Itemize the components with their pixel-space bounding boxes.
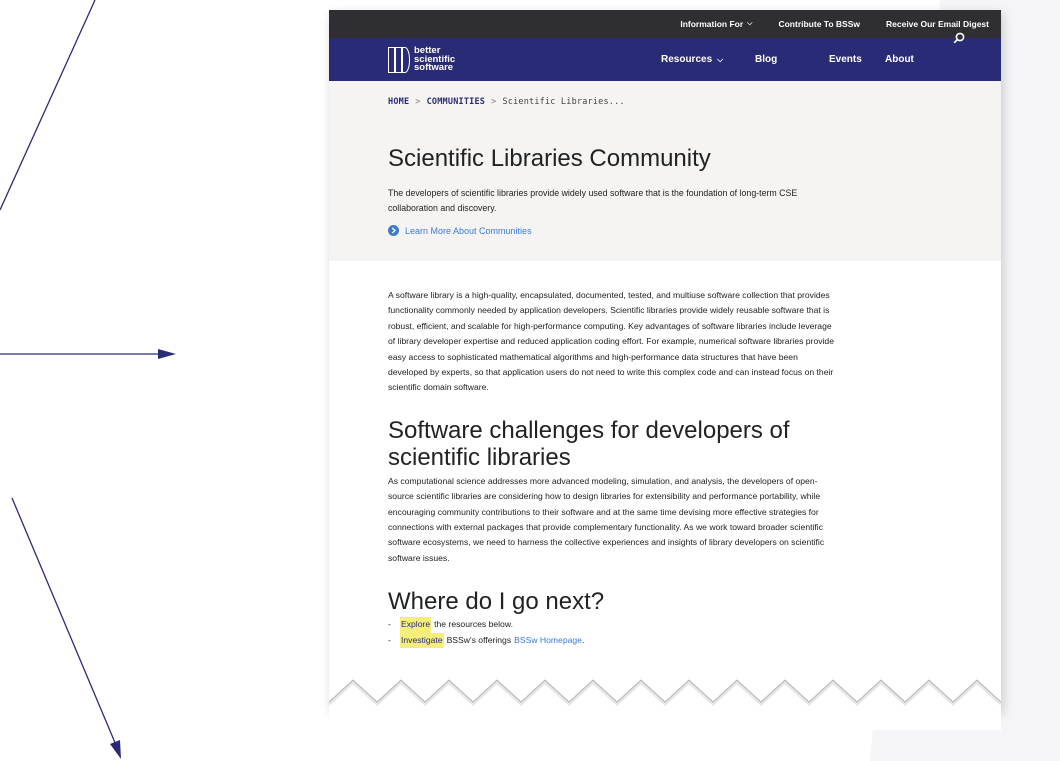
nav-resources[interactable]: Resources ⌵ (661, 54, 723, 65)
list-dash: - (388, 634, 391, 645)
list-item-end: . (581, 634, 585, 645)
nav-blog[interactable]: Blog (755, 54, 777, 65)
arrow-head-middle (158, 349, 176, 359)
torn-edge-decoration (329, 679, 1001, 730)
list-item: - Investigate BSSw's offerings BSSw Home… (388, 632, 838, 649)
search-icon[interactable] (953, 32, 965, 44)
breadcrumb-separator-icon: > (491, 97, 497, 107)
list-item: - Explore the resources below. (388, 617, 838, 633)
contribute-label[interactable]: Contribute To BSSw (778, 19, 860, 29)
breadcrumb-separator-icon: > (415, 97, 421, 107)
torn-edge-soft-shadow (329, 679, 1001, 707)
arrow-line-top (0, 0, 96, 211)
page-title: Scientific Libraries Community (388, 145, 711, 172)
challenges-paragraph: As computational science addresses more … (388, 475, 825, 563)
investigate-link[interactable]: Investigate (400, 632, 444, 649)
hero-section: HOME > COMMUNITIES > Scientific Librarie… (329, 81, 1001, 261)
information-for-menu[interactable]: Information For ⌵ (680, 19, 752, 29)
hero-description: The developers of scientific libraries p… (388, 188, 798, 213)
learn-more-link[interactable]: Learn More About Communities (388, 225, 532, 236)
information-for-label[interactable]: Information For (680, 19, 743, 29)
list-item-text: the resources below. (434, 619, 513, 630)
list-item-text: BSSw's offerings (446, 634, 512, 645)
nav-resources-label[interactable]: Resources (661, 54, 712, 65)
explore-link[interactable]: Explore (400, 617, 432, 633)
contribute-link[interactable]: Contribute To BSSw (778, 19, 860, 29)
nav-events[interactable]: Events (829, 54, 862, 65)
email-digest-link[interactable]: Receive Our Email Digest (886, 19, 989, 29)
next-heading: Where do I go next? (388, 588, 605, 616)
logo-line-3: software (414, 62, 454, 74)
nav-about[interactable]: About (885, 54, 914, 65)
arrow-head-bottom (110, 740, 121, 759)
next-steps-list: - Explore the resources below. - Investi… (388, 617, 838, 649)
main-content: A software library is a high-quality, en… (388, 288, 838, 649)
list-dash: - (388, 619, 391, 630)
bssw-homepage-link[interactable]: BSSw Homepage (514, 633, 582, 648)
chevron-down-icon: ⌵ (747, 20, 753, 27)
chevron-down-icon: ⌵ (717, 54, 724, 64)
arrow-line-bottom (11, 497, 117, 746)
breadcrumb-home[interactable]: HOME (388, 97, 409, 107)
intro-paragraph: A software library is a high-quality, en… (388, 290, 834, 393)
challenges-heading: Software challenges for developers of sc… (388, 416, 790, 471)
logo-text: better scientific software (414, 46, 455, 74)
breadcrumb-communities[interactable]: COMMUNITIES (427, 97, 486, 107)
top-utility-bar: Information For ⌵ Contribute To BSSw Rec… (329, 10, 1001, 38)
webpage-screenshot: Information For ⌵ Contribute To BSSw Rec… (329, 10, 1001, 710)
main-navigation: better scientific software Resources ⌵ B… (329, 32, 1001, 81)
email-digest-label[interactable]: Receive Our Email Digest (886, 19, 989, 29)
site-logo[interactable]: better scientific software (388, 46, 455, 74)
learn-more-label[interactable]: Learn More About Communities (405, 226, 532, 236)
breadcrumb: HOME > COMMUNITIES > Scientific Librarie… (388, 97, 625, 107)
arrow-right-circle-icon (388, 225, 399, 236)
logo-mark-icon (388, 47, 410, 73)
breadcrumb-current: Scientific Libraries... (502, 97, 625, 107)
